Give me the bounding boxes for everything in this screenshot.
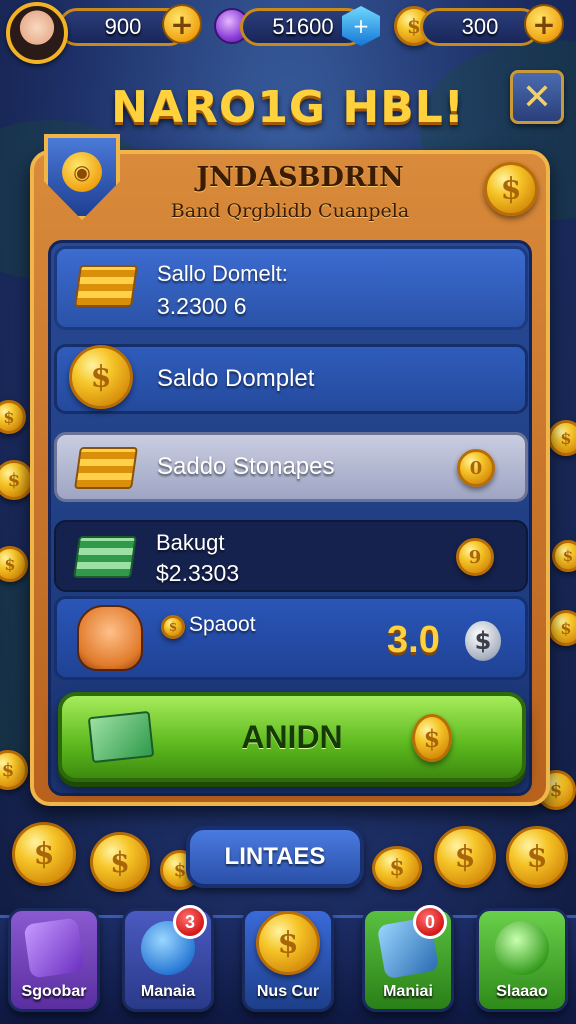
gold-bars-icon: [74, 265, 138, 307]
nav-label: Manaia: [140, 983, 196, 1000]
cash-stack-icon: [73, 536, 137, 578]
chat-bubble-icon: [495, 921, 549, 975]
special-amount: 3.0: [387, 619, 440, 661]
special-label: Spaoot: [189, 613, 256, 636]
nav-label: Slaaao: [496, 983, 548, 1000]
budget-row[interactable]: Bakugt $2.3303 9: [54, 520, 528, 592]
add-coins-button[interactable]: +: [162, 4, 202, 44]
saldo-storage-row[interactable]: Saddo Stonapes 0: [54, 432, 528, 502]
coin-decor: $: [90, 832, 150, 892]
screen-title: NARO1G HBL!: [111, 82, 465, 133]
budget-label: Bakugt: [156, 530, 225, 555]
count-badge: 0: [457, 449, 495, 487]
coin-icon: $: [412, 714, 452, 762]
saldo-storage-label: Saddo Stonapes: [157, 453, 335, 480]
count-badge-value: 9: [468, 546, 482, 568]
coin-decor: $: [548, 420, 576, 456]
close-icon: ✕: [521, 76, 553, 118]
coin-decor: $: [434, 826, 496, 888]
confirm-button[interactable]: ANIDN $: [58, 692, 526, 782]
count-badge-value: 0: [469, 457, 483, 479]
plus-icon: +: [532, 7, 556, 41]
shield-badge: ◉: [62, 152, 102, 192]
coins-value: 900: [104, 14, 142, 39]
panel-title: JNDASBDRIN: [196, 162, 404, 193]
add-gold-button[interactable]: +: [524, 4, 564, 44]
nav-tab-sgoobar[interactable]: Sgoobar: [8, 908, 100, 1012]
panel-subtitle: Band Qrgblidb Cuanpela: [170, 200, 410, 222]
balance-value: 3.2300 6: [157, 293, 247, 319]
nav-label: Nus Cur: [256, 983, 320, 1000]
nav-label: Maniai: [383, 983, 433, 1000]
budget-value: $2.3303: [156, 560, 240, 586]
saldo-complete-label: Saldo Domplet: [157, 365, 315, 392]
small-coin-icon: $: [161, 615, 185, 639]
coin-decor: $: [372, 846, 422, 890]
count-badge: 9: [456, 538, 494, 576]
spellbook-icon: [23, 917, 85, 979]
notification-badge: 0: [413, 905, 447, 939]
gold-bars-icon: [74, 447, 138, 489]
close-button[interactable]: ✕: [510, 70, 564, 124]
silver-coin-icon: $: [465, 621, 501, 661]
nav-tab-maniai[interactable]: Maniai 0: [362, 905, 454, 1012]
coin-decor: $: [552, 540, 576, 572]
coin-icon: $: [256, 911, 320, 975]
panel-coin-icon: $: [484, 162, 538, 216]
secondary-button[interactable]: LINTAES: [186, 826, 364, 888]
coin-decor: $: [548, 610, 576, 646]
nav-tab-nus-cur[interactable]: $ Nus Cur: [242, 908, 334, 1012]
plus-icon: +: [170, 7, 194, 41]
saldo-complete-row[interactable]: $ Saldo Domplet: [54, 344, 528, 414]
coin-symbol: $: [500, 171, 522, 207]
coin-decor: $: [12, 822, 76, 886]
coin-decor: $: [506, 826, 568, 888]
gold-counter: 300: [420, 8, 540, 46]
special-row[interactable]: $ Spaoot 3.0 $: [54, 596, 528, 680]
confirm-button-label: ANIDN: [241, 718, 343, 755]
gems-value: 51600: [272, 14, 334, 39]
balance-label: Sallo Domelt:: [157, 261, 288, 286]
coin-decor: $: [0, 460, 34, 500]
resource-bar: 900 + 51600 + $ 300 +: [0, 0, 576, 64]
character-icon: [77, 605, 143, 671]
nav-tab-slaaao[interactable]: Slaaao: [476, 908, 568, 1012]
cash-bill-icon: [87, 710, 155, 764]
nav-label: Sgoobar: [21, 983, 87, 1000]
nav-tab-manaia[interactable]: Manaia 3: [122, 905, 214, 1012]
gold-value: 300: [461, 14, 499, 39]
notification-badge: 3: [173, 905, 207, 939]
balance-row[interactable]: Sallo Domelt: 3.2300 6: [54, 246, 528, 330]
player-avatar[interactable]: [6, 2, 68, 64]
coin-decor: $: [0, 400, 26, 434]
coin-icon: $: [69, 345, 133, 409]
secondary-button-label: LINTAES: [224, 843, 326, 870]
